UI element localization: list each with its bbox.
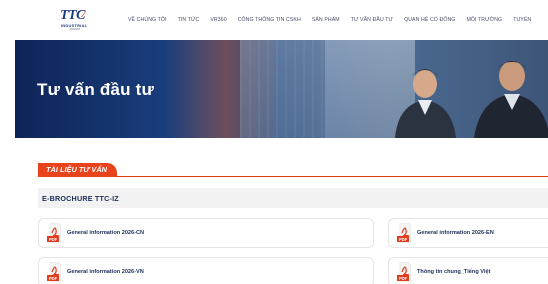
- document-card[interactable]: PDF General information 2026-VN: [38, 257, 374, 284]
- nav-item-customer-portal[interactable]: CÔNG THÔNG TIN CSKH: [238, 17, 301, 23]
- document-name: Thông tin chung_Tiếng Việt: [417, 269, 491, 275]
- ttc-industrial-logo[interactable]: TTC INDUSTRIAL: [60, 8, 90, 35]
- hero-person-image-2: [474, 61, 548, 138]
- nav-item-investor-relations[interactable]: QUAN HỆ CỔ ĐÔNG: [404, 17, 455, 23]
- hero-building-image: [240, 40, 325, 138]
- document-card[interactable]: PDF General information 2026-CN: [38, 218, 374, 248]
- nav-item-investment-advisory[interactable]: TƯ VẤN ĐẦU TƯ: [351, 17, 393, 23]
- pdf-icon: PDF: [47, 223, 61, 243]
- svg-text:PDF: PDF: [49, 276, 58, 281]
- hero-person-image: [395, 69, 456, 138]
- document-card[interactable]: PDF General information 2026-EN: [388, 218, 548, 248]
- svg-text:PDF: PDF: [399, 276, 408, 281]
- nav-item-news[interactable]: TIN TỨC: [178, 17, 200, 23]
- nav-item-careers[interactable]: TUYỂN: [513, 17, 531, 23]
- tab-advisory-documents[interactable]: TÀI LIỆU TƯ VẤN: [38, 163, 117, 177]
- nav-item-environment[interactable]: MÔI TRƯỜNG: [466, 17, 502, 23]
- document-card[interactable]: PDF Thông tin chung_Tiếng Việt: [388, 257, 548, 284]
- nav-item-about[interactable]: VỀ CHÚNG TÔI: [128, 17, 167, 23]
- pdf-icon: PDF: [397, 262, 411, 282]
- hero-banner: Tư vấn đầu tư: [15, 40, 548, 138]
- nav-item-vr360[interactable]: VR360: [210, 17, 226, 23]
- pdf-icon: PDF: [397, 223, 411, 243]
- page-title: Tư vấn đầu tư: [37, 80, 154, 99]
- document-name: General information 2026-CN: [67, 230, 145, 236]
- main-nav: VỀ CHÚNG TÔI TIN TỨC VR360 CÔNG THÔNG TI…: [128, 17, 542, 23]
- svg-text:PDF: PDF: [399, 237, 408, 242]
- top-navigation-bar: TTC INDUSTRIAL VỀ CHÚNG TÔI TIN TỨC VR36…: [0, 0, 548, 40]
- documents-tab-bar: TÀI LIỆU TƯ VẤN: [38, 163, 548, 177]
- document-name: General information 2026-VN: [67, 269, 144, 275]
- logo-subline: [70, 28, 80, 30]
- pdf-icon: PDF: [47, 262, 61, 282]
- document-group-label: E-BROCHURE TTC-IZ: [42, 194, 119, 203]
- document-group-header[interactable]: E-BROCHURE TTC-IZ: [38, 188, 548, 208]
- document-name: General information 2026-EN: [417, 230, 494, 236]
- svg-text:PDF: PDF: [49, 237, 58, 242]
- logo-swoosh-icon: [81, 9, 86, 17]
- nav-item-products[interactable]: SẢN PHẨM: [312, 17, 340, 23]
